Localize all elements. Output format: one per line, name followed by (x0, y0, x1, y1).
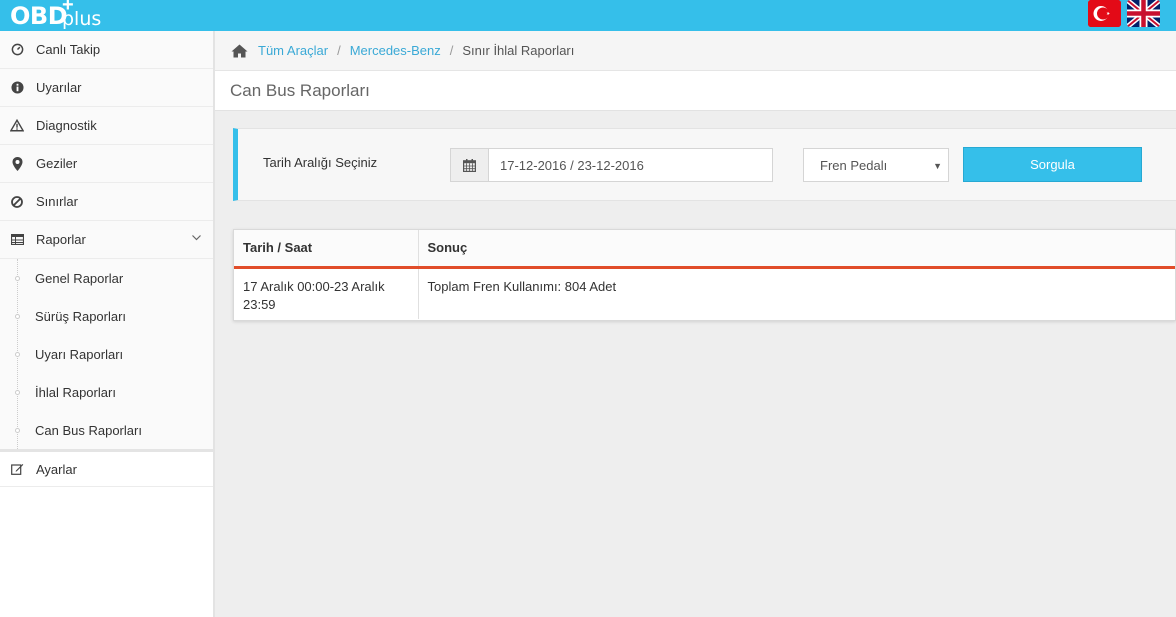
sidebar: Canlı Takip Uyarılar Diagnostik Geziler … (0, 31, 215, 617)
sidebar-item-label: Geziler (36, 156, 78, 171)
edit-icon (10, 462, 24, 476)
column-header-date: Tarih / Saat (234, 230, 419, 269)
sidebar-subitem-label: Can Bus Raporları (35, 422, 142, 438)
map-marker-icon (10, 156, 24, 171)
sidebar-item-ayarlar[interactable]: Ayarlar (0, 449, 213, 487)
breadcrumb-separator: / (449, 43, 454, 58)
english-flag-icon[interactable] (1127, 0, 1160, 27)
column-header-result: Sonuç (418, 230, 1175, 269)
date-range-label: Tarih Aralığı Seçiniz (263, 155, 378, 170)
report-type-select[interactable]: Fren Pedalı ▼ (803, 148, 949, 182)
speedometer-icon (10, 43, 24, 57)
sidebar-item-uyarilar[interactable]: Uyarılar (0, 69, 213, 107)
sidebar-item-label: Canlı Takip (36, 42, 101, 57)
top-bar: OBD + plus (0, 0, 1176, 31)
sidebar-subitem-genel-raporlar[interactable]: Genel Raporlar (0, 259, 213, 297)
sidebar-item-raporlar[interactable]: Raporlar (0, 221, 213, 259)
date-range-input[interactable] (489, 149, 772, 181)
sidebar-item-label: Diagnostik (36, 118, 97, 133)
sidebar-submenu-raporlar: Genel Raporlar Sürüş Raporları Uyarı Rap… (0, 259, 213, 449)
logo-plus-word: plus (62, 8, 102, 30)
turkish-flag-icon[interactable] (1088, 0, 1121, 27)
sidebar-item-sinirlar[interactable]: Sınırlar (0, 183, 213, 221)
query-button[interactable]: Sorgula (963, 147, 1142, 182)
sidebar-subitem-ihlal-raporlari[interactable]: İhlal Raporları (0, 373, 213, 411)
logo-text: OBD (10, 2, 68, 30)
page-title: Can Bus Raporları (230, 80, 370, 100)
calendar-icon[interactable] (451, 149, 489, 181)
sidebar-subitem-label: Genel Raporlar (35, 270, 124, 286)
chevron-down-icon (192, 233, 201, 244)
ban-icon (10, 195, 24, 209)
table-header-row: Tarih / Saat Sonuç (234, 230, 1175, 269)
sidebar-subitem-label: Uyarı Raporları (35, 346, 124, 362)
sidebar-subitem-uyari-raporlari[interactable]: Uyarı Raporları (0, 335, 213, 373)
bullet-icon (15, 390, 20, 395)
page-header: Can Bus Raporları (215, 71, 1176, 111)
breadcrumb-link-tum-araclar[interactable]: Tüm Araçlar (258, 43, 328, 58)
bullet-icon (15, 276, 20, 281)
bullet-icon (15, 314, 20, 319)
report-type-select-value: Fren Pedalı (820, 157, 888, 173)
caret-down-icon: ▼ (933, 161, 942, 171)
home-icon[interactable] (231, 44, 248, 58)
table-icon (10, 233, 24, 247)
warning-triangle-icon (10, 119, 24, 133)
sidebar-subitem-label: İhlal Raporları (35, 384, 116, 400)
sidebar-item-canli-takip[interactable]: Canlı Takip (0, 31, 213, 69)
sidebar-subitem-surus-raporlari[interactable]: Sürüş Raporları (0, 297, 213, 335)
breadcrumb-current: Sınır İhlal Raporları (462, 43, 575, 58)
sidebar-item-diagnostik[interactable]: Diagnostik (0, 107, 213, 145)
bullet-icon (15, 428, 20, 433)
cell-result: Toplam Fren Kullanımı: 804 Adet (427, 278, 617, 294)
date-range-picker[interactable] (450, 148, 773, 182)
sidebar-item-geziler[interactable]: Geziler (0, 145, 213, 183)
bullet-icon (15, 352, 20, 357)
sidebar-subitem-can-bus-raporlari[interactable]: Can Bus Raporları (0, 411, 213, 449)
breadcrumb-separator: / (337, 43, 341, 58)
breadcrumb-link-mercedes-benz[interactable]: Mercedes-Benz (350, 43, 441, 58)
info-circle-icon (10, 81, 24, 95)
sidebar-item-label: Sınırlar (36, 194, 78, 209)
cell-date: 17 Aralık 00:00-23 Aralık 23:59 (234, 267, 419, 319)
sidebar-item-label: Ayarlar (36, 461, 77, 477)
breadcrumb: Tüm Araçlar / Mercedes-Benz / Sınır İhla… (215, 31, 1176, 71)
filter-panel: Tarih Aralığı Seçiniz Fren Pedalı ▼ Sorg… (233, 128, 1176, 201)
sidebar-item-label: Raporlar (36, 232, 86, 247)
sidebar-subitem-label: Sürüş Raporları (35, 308, 127, 324)
results-table: Tarih / Saat Sonuç 17 Aralık 00:00-23 Ar… (233, 229, 1176, 321)
table-row: 17 Aralık 00:00-23 Aralık 23:59 Toplam F… (234, 267, 1175, 319)
sidebar-item-label: Uyarılar (36, 80, 82, 95)
